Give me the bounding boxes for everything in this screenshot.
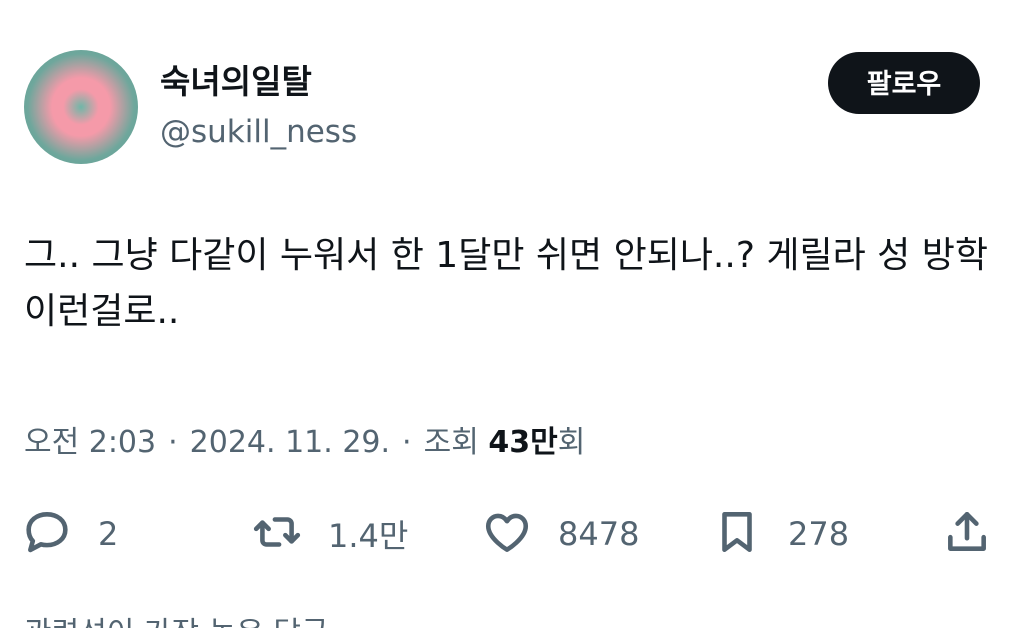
tweet-text: 그.. 그냥 다같이 누워서 한 1달만 쉬면 안되나..? 게릴라 성 방학 … [24,235,988,332]
action-bar: 2 1.4만 8478 278 [0,504,1024,564]
reply-count: 2 [98,515,119,553]
replies-section-header[interactable]: 관련성이 가장 높은 답글 [24,614,329,628]
reply-icon [22,507,72,561]
replies-section-label: 관련성이 가장 높은 답글 [24,614,329,628]
avatar[interactable] [24,50,138,164]
retweet-count: 1.4만 [328,517,409,555]
views-count: 43만 [488,425,558,460]
bookmark-icon [712,507,762,561]
tweet-meta: 오전 2:03 · 2024. 11. 29. · 조회 43만회 [24,421,585,465]
retweet-icon [252,507,302,561]
follow-button[interactable]: 팔로우 [828,52,980,114]
bookmark-count: 278 [788,515,850,553]
share-button[interactable] [942,504,992,564]
retweet-button[interactable]: 1.4만 [252,504,408,564]
meta-separator: · [402,425,412,460]
share-icon [942,507,992,561]
views-label: 조회 [423,425,479,460]
views-suffix: 회 [557,425,586,460]
tweet-time[interactable]: 오전 2:03 [24,425,156,460]
meta-separator: · [168,425,178,460]
display-name[interactable]: 숙녀의일탈 [160,60,312,104]
user-handle[interactable]: @sukill_ness [160,111,357,153]
like-count: 8478 [558,515,640,553]
heart-icon [482,507,532,561]
bookmark-button[interactable]: 278 [712,504,849,564]
like-button[interactable]: 8478 [482,504,639,564]
reply-button[interactable]: 2 [22,504,118,564]
tweet-date[interactable]: 2024. 11. 29. [190,425,390,460]
